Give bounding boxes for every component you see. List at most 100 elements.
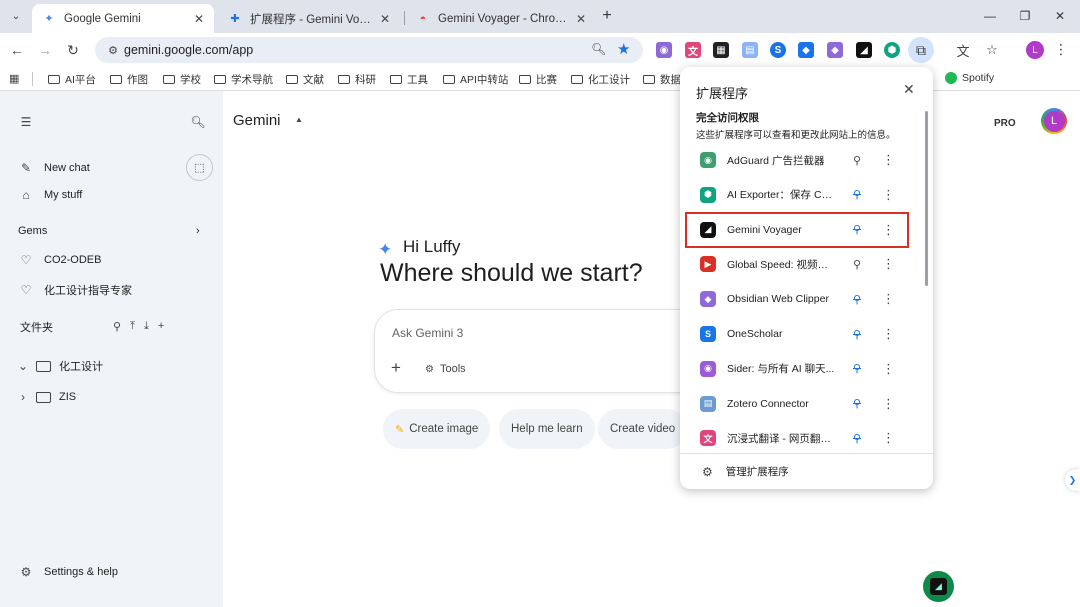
extension-row[interactable]: ◉ AdGuard 广告拦截器 ⚲ ⋮	[686, 143, 908, 177]
my-stuff-button[interactable]: ⌂ My stuff	[18, 188, 82, 202]
menu-button[interactable]: ☰	[18, 115, 44, 129]
side-panel-handle[interactable]: ❯	[1065, 469, 1080, 491]
unpin-icon[interactable]: ⚲	[850, 362, 864, 375]
minimize-button[interactable]: —	[980, 6, 1000, 26]
tab-google-gemini[interactable]: ✦ Google Gemini ✕	[32, 4, 214, 33]
profile-avatar[interactable]: L	[1026, 41, 1044, 59]
unpin-icon[interactable]: ⚲	[850, 328, 864, 341]
extension-row[interactable]: ▶ Global Speed: 视频速度控制 ⚲ ⋮	[686, 247, 908, 281]
new-chat-button[interactable]: ✎ New chat	[18, 161, 90, 175]
add-folder-icon[interactable]: +	[158, 320, 164, 333]
sider-extension-icon[interactable]: ◉	[656, 42, 672, 58]
translate-icon[interactable]: 文	[954, 41, 972, 59]
add-attachment-button[interactable]: +	[391, 358, 401, 378]
zotero-connector-icon[interactable]: ▤	[742, 42, 758, 58]
back-button[interactable]: ←	[7, 40, 27, 60]
ai-exporter-icon[interactable]: ⬢	[884, 42, 900, 58]
extensions-button[interactable]: ⧉	[908, 37, 934, 63]
close-tab-icon[interactable]: ✕	[380, 12, 390, 26]
more-vert-icon[interactable]: ⋮	[882, 396, 895, 412]
prompt-box[interactable]: Ask Gemini 3 + ⚙ Tools	[374, 309, 704, 393]
unpin-icon[interactable]: ⚲	[850, 293, 864, 306]
bookmark-folder[interactable]: 学术导航	[214, 72, 273, 87]
bookmark-folder[interactable]: 工具	[390, 72, 428, 87]
more-vert-icon[interactable]: ⋮	[882, 430, 895, 446]
unpin-icon[interactable]: ⚲	[850, 188, 864, 201]
more-vert-icon[interactable]: ⋮	[882, 222, 895, 238]
obsidian-icon[interactable]: ◆	[827, 42, 843, 58]
bookmark-folder[interactable]: 科研	[338, 72, 376, 87]
new-tab-button[interactable]: +	[598, 7, 616, 25]
upload-icon[interactable]: ⤒	[130, 320, 135, 333]
unpin-icon[interactable]: ⚲	[850, 397, 864, 410]
account-avatar[interactable]: L	[1041, 108, 1067, 134]
extension-row[interactable]: ◢ Gemini Voyager ⚲ ⋮	[685, 211, 909, 248]
app-title[interactable]: Gemini	[233, 112, 281, 129]
folder-item[interactable]: ⌄ 化工设计	[18, 358, 103, 374]
pro-badge[interactable]: PRO	[989, 115, 1021, 132]
bookmark-folder[interactable]: 学校	[163, 72, 201, 87]
close-tab-icon[interactable]: ✕	[194, 12, 204, 26]
tab-chrome-web-store[interactable]: ◓ Gemini Voyager - Chrome W ✕	[406, 4, 596, 33]
more-vert-icon[interactable]: ⋮	[882, 152, 895, 168]
close-window-button[interactable]: ✕	[1050, 6, 1070, 26]
tools-button[interactable]: ⚙ Tools	[425, 363, 466, 375]
onescholar-icon[interactable]: S	[770, 42, 786, 58]
search-button[interactable]: 🔍︎	[190, 115, 216, 129]
close-icon[interactable]: ✕	[903, 81, 915, 98]
restore-button[interactable]: ❐	[1015, 6, 1035, 26]
user-icon[interactable]: ⚲	[113, 320, 121, 333]
more-vert-icon[interactable]: ⋮	[882, 187, 895, 203]
pin-icon[interactable]: ⚲	[850, 258, 864, 271]
unpin-icon[interactable]: ⚲	[850, 223, 864, 236]
more-vert-icon[interactable]: ⋮	[882, 361, 895, 377]
gems-header[interactable]: Gems	[18, 225, 47, 237]
gems-expand-button[interactable]: ›	[196, 225, 200, 237]
gemini-voyager-fab[interactable]: ◢	[923, 571, 954, 602]
extension-grid-icon[interactable]: ▦	[713, 42, 729, 58]
bookmark-folder[interactable]: AI平台	[48, 72, 96, 87]
scrollbar[interactable]	[925, 111, 928, 286]
bookmarks-icon[interactable]: ☆	[983, 41, 1001, 59]
extension-row[interactable]: ◉ Sider: 与所有 AI 聊天... ⚲ ⋮	[686, 352, 908, 386]
extension-row[interactable]: S OneScholar ⚲ ⋮	[686, 317, 908, 351]
bookmark-spotify[interactable]: Spotify	[945, 72, 994, 84]
apps-grid-icon[interactable]: ▦	[9, 72, 19, 85]
temporary-chat-button[interactable]: ⬚	[186, 154, 213, 181]
download-icon[interactable]: ⤓	[144, 320, 149, 333]
create-image-chip[interactable]: ✎ Create image	[383, 409, 491, 449]
bookmark-folder[interactable]: 化工设计	[571, 72, 630, 87]
bookmark-folder[interactable]: 数据	[643, 72, 681, 87]
manage-extensions-button[interactable]: ⚙ 管理扩展程序	[702, 464, 789, 479]
extension-row[interactable]: ◆ Obsidian Web Clipper ⚲ ⋮	[686, 282, 908, 316]
reload-button[interactable]: ↻	[63, 40, 83, 60]
bookmark-star-icon[interactable]: ★	[617, 40, 630, 58]
gem-item[interactable]: ♡ CO2-ODEB	[18, 253, 102, 267]
extension-row[interactable]: ⬢ AI Exporter：保存 ChatGPT ⚲ ⋮	[686, 178, 908, 212]
immersive-translate-icon[interactable]: 文	[685, 42, 701, 58]
unpin-icon[interactable]: ⚲	[850, 432, 864, 445]
more-vert-icon[interactable]: ⋮	[882, 326, 895, 342]
gem-item[interactable]: ♡ 化工设计指导专家	[18, 282, 132, 298]
settings-help-button[interactable]: ⚙ Settings & help	[18, 565, 118, 579]
caret-up-icon[interactable]: ▲	[295, 115, 303, 124]
gemini-voyager-icon[interactable]: ◢	[856, 42, 872, 58]
create-video-chip[interactable]: Create video	[598, 409, 688, 449]
zoom-icon[interactable]: 🔍︎	[591, 42, 606, 56]
extension-row[interactable]: 文沉浸式翻译 - 网页翻译插件 ⚲ ⋮	[686, 421, 908, 455]
more-vert-icon[interactable]: ⋮	[882, 291, 895, 307]
close-tab-icon[interactable]: ✕	[576, 12, 586, 26]
forward-button[interactable]: →	[35, 40, 55, 60]
help-me-learn-chip[interactable]: Help me learn	[499, 409, 595, 449]
more-vert-icon[interactable]: ⋮	[1054, 41, 1068, 58]
site-info-icon[interactable]: ⚙	[105, 42, 121, 58]
bookmark-folder[interactable]: 比赛	[519, 72, 557, 87]
prompt-input[interactable]: Ask Gemini 3	[392, 326, 463, 340]
extension-row[interactable]: ▤ Zotero Connector ⚲ ⋮	[686, 387, 908, 421]
bookmark-folder[interactable]: API中转站	[443, 72, 508, 87]
address-bar[interactable]: ⚙ gemini.google.com/app 🔍︎ ★	[95, 37, 643, 63]
blue-extension-icon[interactable]: ◆	[798, 42, 814, 58]
tab-search-button[interactable]: ⌄	[6, 6, 26, 26]
bookmark-folder[interactable]: 文献	[286, 72, 324, 87]
folder-item[interactable]: › ZIS	[18, 390, 76, 404]
